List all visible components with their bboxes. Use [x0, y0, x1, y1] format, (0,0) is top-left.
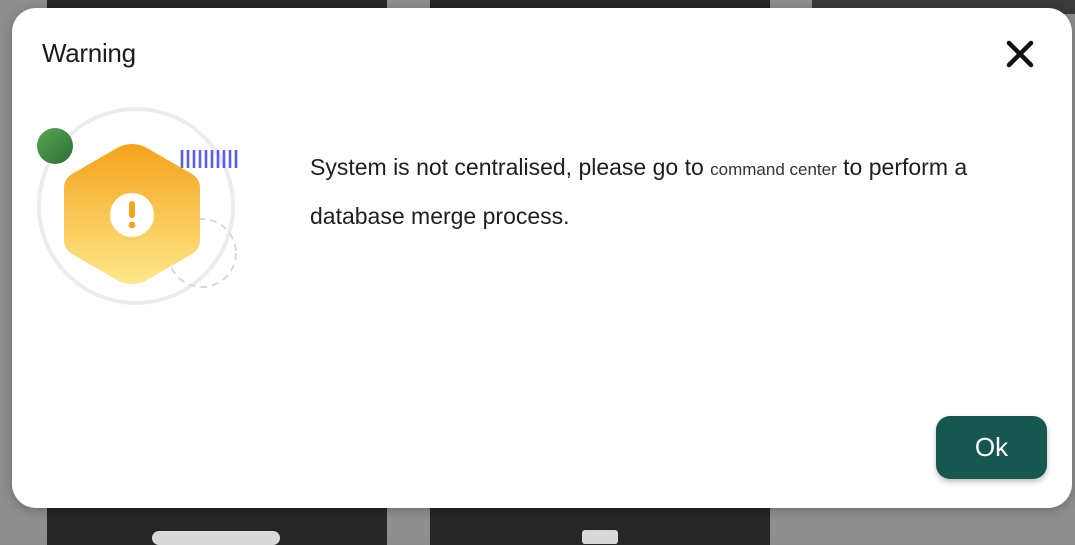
ok-button[interactable]: Ok — [936, 416, 1047, 479]
close-icon — [1006, 40, 1034, 68]
background-knob — [582, 530, 618, 544]
close-button[interactable] — [1002, 36, 1038, 72]
warning-hexagon-icon — [37, 107, 238, 305]
warning-dialog: Warning System is not centralised, pleas… — [12, 8, 1072, 508]
background-pill — [152, 531, 280, 545]
message-text: System is not centralised, please go to — [310, 154, 711, 180]
command-center-text: command center — [710, 160, 837, 179]
dialog-message: System is not centralised, please go to … — [310, 144, 1010, 239]
dialog-title: Warning — [42, 38, 136, 68]
